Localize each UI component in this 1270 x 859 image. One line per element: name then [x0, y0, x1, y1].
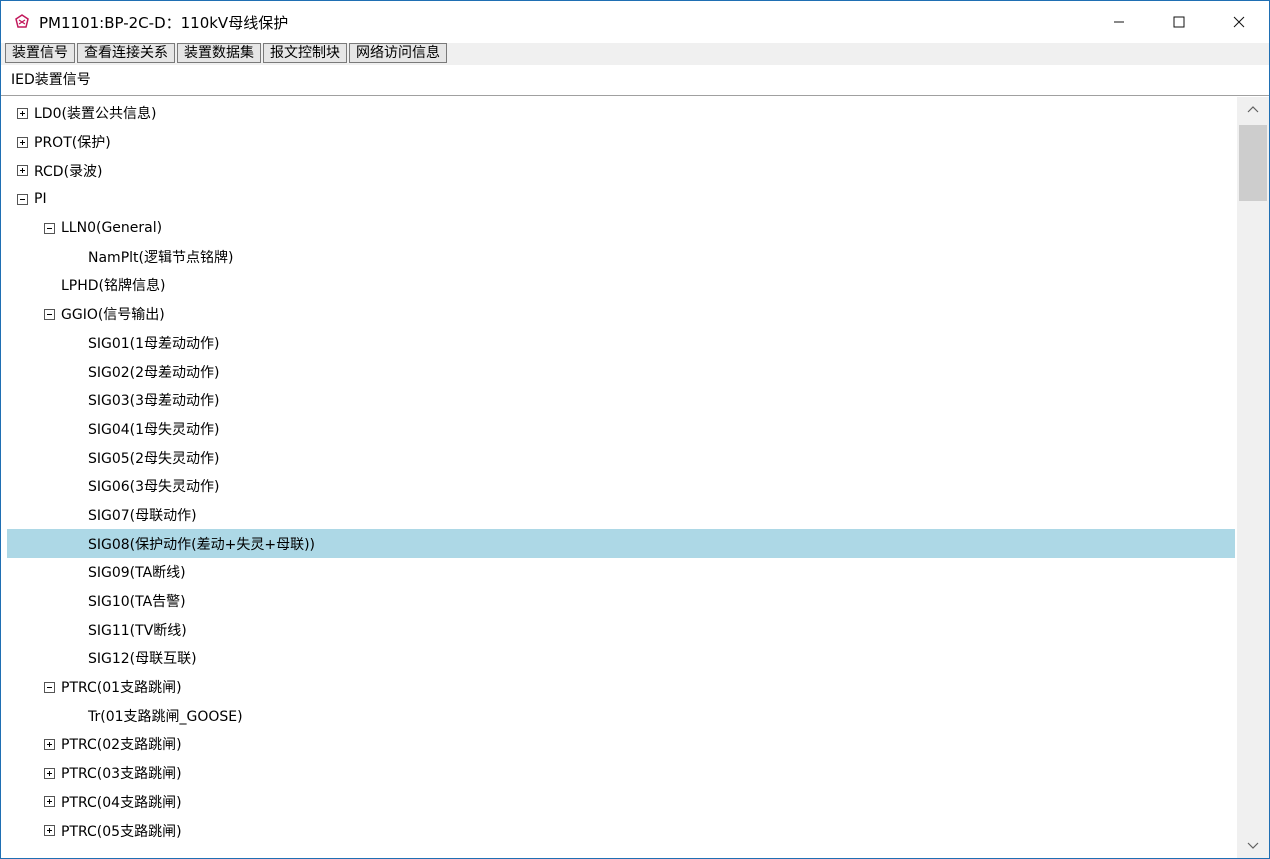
- tree-node-label: LD0(装置公共信息): [34, 106, 157, 123]
- minimize-button[interactable]: [1089, 1, 1149, 43]
- tree-node[interactable]: SIG08(保护动作(差动+失灵+母联)): [7, 529, 1235, 558]
- expand-icon[interactable]: [44, 825, 55, 837]
- tree-node-label: GGIO(信号输出): [61, 307, 165, 324]
- tree-node-label: PTRC(05支路跳闸): [61, 823, 182, 840]
- tree-node[interactable]: PTRC(02支路跳闸): [7, 730, 1235, 759]
- tree-node[interactable]: PTRC(01支路跳闸): [7, 673, 1235, 702]
- expand-icon[interactable]: [44, 796, 55, 808]
- tree-node-label: SIG12(母联互联): [88, 651, 197, 668]
- tab-toolbar: 装置信号 查看连接关系 装置数据集 报文控制块 网络访问信息: [1, 43, 1269, 65]
- expand-icon[interactable]: [17, 165, 28, 177]
- tree-node[interactable]: LLN0(General): [7, 214, 1235, 243]
- tree-node-label: SIG04(1母失灵动作): [88, 421, 220, 438]
- tree-node[interactable]: SIG07(母联动作): [7, 501, 1235, 530]
- vertical-scrollbar[interactable]: [1237, 97, 1269, 858]
- tree-node[interactable]: PTRC(05支路跳闸): [7, 816, 1235, 845]
- tree-node[interactable]: SIG10(TA告警): [7, 587, 1235, 616]
- tree-node[interactable]: SIG02(2母差动动作): [7, 357, 1235, 386]
- close-icon: [1233, 12, 1245, 33]
- tree-node[interactable]: NamPlt(逻辑节点铭牌): [7, 242, 1235, 271]
- tree-node-label: PTRC(04支路跳闸): [61, 794, 182, 811]
- tree-node[interactable]: SIG11(TV断线): [7, 615, 1235, 644]
- tree-node-label: Tr(01支路跳闸_GOOSE): [88, 708, 243, 725]
- tree-node[interactable]: RCD(录波): [7, 156, 1235, 185]
- expand-icon[interactable]: [17, 107, 28, 119]
- tab-report-control-blocks[interactable]: 报文控制块: [263, 43, 347, 63]
- tree-node[interactable]: PROT(保护): [7, 128, 1235, 157]
- tree-node-label: SIG11(TV断线): [88, 622, 187, 639]
- app-icon: [11, 11, 33, 33]
- scroll-down-icon[interactable]: [1237, 834, 1269, 858]
- collapse-icon[interactable]: [44, 308, 55, 320]
- tree-node-label: PROT(保护): [34, 135, 111, 152]
- section-header: IED装置信号: [1, 65, 1269, 96]
- expand-icon[interactable]: [17, 136, 28, 148]
- tree-node-label: NamPlt(逻辑节点铭牌): [88, 249, 234, 266]
- tree-node-label: PTRC(02支路跳闸): [61, 737, 182, 754]
- tree-node-label: SIG01(1母差动动作): [88, 335, 220, 352]
- tree-node[interactable]: LD0(装置公共信息): [7, 99, 1235, 128]
- tree-node-label: LPHD(铭牌信息): [61, 278, 166, 295]
- window-title: PM1101:BP-2C-D：110kV母线保护: [39, 13, 289, 32]
- tree-node[interactable]: SIG03(3母差动动作): [7, 386, 1235, 415]
- close-button[interactable]: [1209, 1, 1269, 43]
- tree-node[interactable]: SIG12(母联互联): [7, 644, 1235, 673]
- tree-node[interactable]: Tr(01支路跳闸_GOOSE): [7, 701, 1235, 730]
- tree-node-label: SIG07(母联动作): [88, 507, 197, 524]
- tab-device-datasets[interactable]: 装置数据集: [177, 43, 261, 63]
- tree-node[interactable]: LPHD(铭牌信息): [7, 271, 1235, 300]
- tree-node-label: SIG03(3母差动动作): [88, 393, 220, 410]
- collapse-icon[interactable]: [17, 193, 28, 205]
- tree-node-label: SIG06(3母失灵动作): [88, 479, 220, 496]
- tree-node[interactable]: GGIO(信号输出): [7, 300, 1235, 329]
- tree-node[interactable]: PI: [7, 185, 1235, 214]
- tree-node-label: SIG05(2母失灵动作): [88, 450, 220, 467]
- tree-node[interactable]: SIG04(1母失灵动作): [7, 415, 1235, 444]
- tree-node-label: SIG09(TA断线): [88, 565, 186, 582]
- minimize-icon: [1113, 12, 1125, 33]
- tree-node[interactable]: PTRC(04支路跳闸): [7, 788, 1235, 817]
- tree-node-label: PTRC(01支路跳闸): [61, 680, 182, 697]
- tree-node-label: LLN0(General): [61, 220, 163, 237]
- expand-icon[interactable]: [44, 767, 55, 779]
- maximize-icon: [1173, 12, 1185, 33]
- scrollbar-thumb[interactable]: [1239, 125, 1267, 201]
- tree-node-label: SIG08(保护动作(差动+失灵+母联)): [88, 536, 315, 553]
- tree-node[interactable]: SIG09(TA断线): [7, 558, 1235, 587]
- tree-node-label: PTRC(03支路跳闸): [61, 766, 182, 783]
- tree-node[interactable]: SIG01(1母差动动作): [7, 329, 1235, 358]
- tree-node[interactable]: SIG05(2母失灵动作): [7, 443, 1235, 472]
- tree-node[interactable]: PTRC(03支路跳闸): [7, 759, 1235, 788]
- title-bar[interactable]: PM1101:BP-2C-D：110kV母线保护: [1, 1, 1269, 43]
- tree-node-label: SIG02(2母差动动作): [88, 364, 220, 381]
- scroll-up-icon[interactable]: [1237, 97, 1269, 121]
- tree-node-label: SIG10(TA告警): [88, 594, 186, 611]
- tree-node-label: RCD(录波): [34, 163, 103, 180]
- tree-list: LD0(装置公共信息) PROT(保护) RCD(录波) PI LLN0(General…: [7, 99, 1235, 845]
- collapse-icon[interactable]: [44, 681, 55, 693]
- tab-device-signals[interactable]: 装置信号: [5, 43, 75, 63]
- expand-icon[interactable]: [44, 738, 55, 750]
- tree-view[interactable]: LD0(装置公共信息) PROT(保护) RCD(录波) PI LLN0(General…: [7, 97, 1269, 858]
- tab-network-access-info[interactable]: 网络访问信息: [349, 43, 447, 63]
- tree-node-label: PI: [34, 191, 47, 208]
- maximize-button[interactable]: [1149, 1, 1209, 43]
- tab-view-connections[interactable]: 查看连接关系: [77, 43, 175, 63]
- app-window: PM1101:BP-2C-D：110kV母线保护 装置信号 查看连接关系 装置数…: [0, 0, 1270, 859]
- tree-node[interactable]: SIG06(3母失灵动作): [7, 472, 1235, 501]
- collapse-icon[interactable]: [44, 222, 55, 234]
